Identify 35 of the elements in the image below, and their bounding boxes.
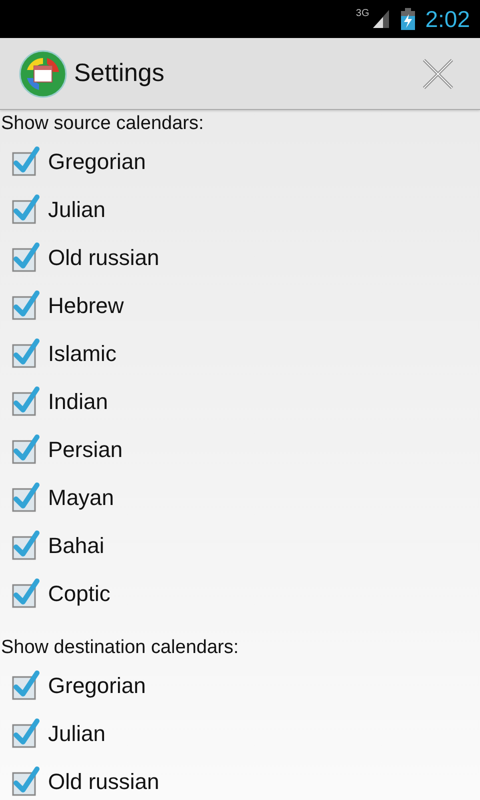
app-logo-icon[interactable] (19, 50, 67, 98)
screen-title: Settings (74, 59, 166, 88)
checkbox[interactable] (12, 482, 40, 512)
checkbox[interactable] (12, 718, 40, 748)
checkbox[interactable] (12, 670, 40, 700)
clock: 2:02 (425, 6, 470, 32)
checkbox-label[interactable]: Hebrew (48, 293, 124, 319)
close-icon[interactable] (422, 58, 454, 90)
checkbox-label[interactable]: Gregorian (48, 149, 146, 175)
section-heading: Show destination calendars: (0, 636, 240, 660)
checkbox[interactable] (12, 146, 40, 176)
checkbox-label[interactable]: Coptic (48, 581, 110, 607)
checkbox[interactable] (12, 434, 40, 464)
checkbox[interactable] (12, 194, 40, 224)
checkbox-label[interactable]: Islamic (48, 341, 116, 367)
checkbox-label[interactable]: Indian (48, 389, 108, 415)
checkbox[interactable] (12, 578, 40, 608)
checkbox-label[interactable]: Old russian (48, 245, 160, 271)
checkbox-label[interactable]: Mayan (48, 485, 114, 511)
checkbox[interactable] (12, 530, 40, 560)
checkbox[interactable] (12, 766, 40, 796)
section-heading: Show source calendars: (0, 112, 205, 136)
signal-icon (373, 10, 390, 28)
checkbox[interactable] (12, 338, 40, 368)
checkbox-label[interactable]: Persian (48, 437, 123, 463)
checkbox-label[interactable]: Old russian (48, 769, 160, 795)
checkbox-label[interactable]: Julian (48, 721, 106, 747)
checkbox[interactable] (12, 290, 40, 320)
checkbox-label[interactable]: Julian (48, 197, 106, 223)
checkbox[interactable] (12, 242, 40, 272)
network-type: 3G (356, 8, 370, 19)
checkbox-label[interactable]: Gregorian (48, 673, 146, 699)
checkbox-label[interactable]: Bahai (48, 533, 104, 559)
battery-charging-icon (401, 8, 416, 30)
checkbox[interactable] (12, 386, 40, 416)
